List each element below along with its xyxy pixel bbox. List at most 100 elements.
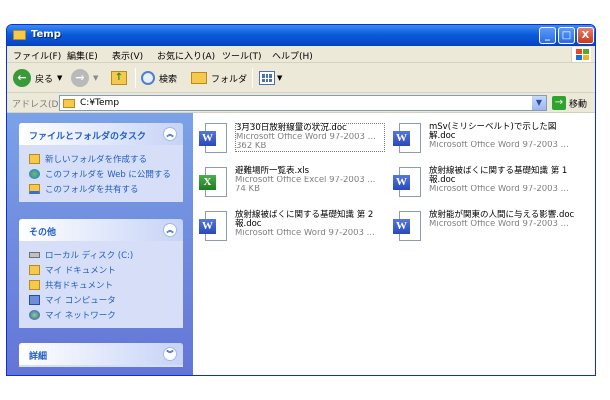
task-publish-web[interactable]: このフォルダを Web に公開する [29, 166, 183, 181]
place-my-documents[interactable]: マイ ドキュメント [29, 262, 183, 277]
file-details: mSv(ミリシーベルト)で示した図解.doc Microsoft Office … [429, 123, 579, 150]
shared-folder-icon [29, 279, 40, 290]
file-name: mSv(ミリシーベルト)で示した図解.doc [429, 122, 557, 141]
task-pane: ファイルとフォルダのタスク ︽ 新しいフォルダを作成する このフォルダを Web… [7, 113, 193, 375]
menu-file[interactable]: ファイル(F) [13, 49, 61, 62]
maximize-button[interactable]: □ [558, 27, 575, 44]
menu-favorites[interactable]: お気に入り(A) [157, 49, 215, 62]
file-item[interactable]: W 放射線被ばくに関する基礎知識 第 1 報.doc Microsoft Off… [393, 165, 581, 205]
search-button[interactable]: 検索 [141, 68, 177, 88]
file-size: 74 KB [235, 185, 260, 194]
window-title: Temp [31, 29, 61, 40]
menu-view[interactable]: 表示(V) [112, 49, 143, 62]
word-doc-icon: W [199, 211, 229, 245]
file-item[interactable]: W 3月30日放射線量の状況.doc Microsoft Office Word… [199, 121, 387, 161]
collapse-icon[interactable]: ︽ [163, 223, 177, 237]
word-doc-icon: W [393, 123, 423, 157]
chevron-down-icon: ▼ [57, 74, 63, 82]
expand-icon[interactable]: ︾ [163, 347, 177, 361]
excel-sheet-icon: X [199, 167, 229, 201]
file-details: 避難場所一覧表.xls Microsoft Office Excel 97-20… [235, 167, 385, 194]
file-name: 避難場所一覧表.xls [235, 166, 310, 176]
task-label: 新しいフォルダを作成する [45, 154, 148, 165]
word-doc-icon: W [199, 123, 229, 157]
file-details: 放射線被ばくに関する基礎知識 第 2 報.doc Microsoft Offic… [235, 211, 385, 238]
computer-icon [29, 294, 40, 305]
minimize-button[interactable]: _ [539, 27, 556, 44]
place-shared-documents[interactable]: 共有ドキュメント [29, 277, 183, 292]
file-type: Microsoft Office Word 97-2003 ... [429, 185, 569, 194]
file-name: 放射線被ばくに関する基礎知識 第 1 報.doc [429, 166, 568, 185]
file-type: Microsoft Office Word 97-2003 ... [236, 133, 376, 142]
file-item[interactable]: W mSv(ミリシーベルト)で示した図解.doc Microsoft Offic… [393, 121, 581, 161]
address-dropdown-icon[interactable]: ▼ [532, 96, 546, 110]
forward-button[interactable]: → ▼ [71, 68, 98, 88]
forward-arrow-icon: → [71, 69, 89, 87]
chevron-down-icon: ▼ [93, 74, 99, 82]
file-folder-tasks-panel: ファイルとフォルダのタスク ︽ 新しいフォルダを作成する このフォルダを Web… [19, 123, 183, 202]
menu-edit[interactable]: 編集(E) [67, 49, 98, 62]
menu-help[interactable]: ヘルプ(H) [272, 49, 313, 62]
menu-tools[interactable]: ツール(T) [222, 49, 262, 62]
task-share-folder[interactable]: このフォルダを共有する [29, 181, 183, 196]
share-icon [29, 183, 40, 194]
new-folder-icon [29, 153, 40, 164]
network-icon [29, 309, 40, 320]
back-arrow-icon: ← [13, 69, 31, 87]
close-button[interactable]: X [577, 27, 594, 44]
go-arrow-icon: → [552, 96, 566, 110]
place-label: マイ コンピュータ [45, 295, 116, 306]
file-name: 放射能が関東の人間に与える影響.doc [429, 210, 575, 220]
address-input[interactable]: C:¥Temp ▼ [59, 95, 547, 111]
panel-title: ファイルとフォルダのタスク [29, 132, 147, 142]
disk-icon [29, 251, 40, 258]
other-places-header[interactable]: その他 ︽ [19, 219, 183, 241]
chevron-down-icon: ▼ [277, 74, 283, 82]
place-my-network[interactable]: マイ ネットワーク [29, 307, 183, 322]
title-bar[interactable]: Temp _ □ X [7, 25, 595, 46]
up-folder-button[interactable]: ↑ [111, 68, 127, 88]
task-new-folder[interactable]: 新しいフォルダを作成する [29, 151, 183, 166]
place-my-computer[interactable]: マイ コンピュータ [29, 292, 183, 307]
folders-icon [191, 72, 207, 84]
file-folder-tasks-header[interactable]: ファイルとフォルダのタスク ︽ [19, 123, 183, 145]
menu-bar: ファイル(F) 編集(E) 表示(V) お気に入り(A) ツール(T) ヘルプ(… [7, 46, 595, 63]
go-button[interactable]: → 移動 [552, 96, 587, 110]
windows-logo-icon [571, 47, 591, 62]
task-label: このフォルダを共有する [45, 184, 139, 195]
folders-label: フォルダ [211, 74, 248, 85]
file-item[interactable]: X 避難場所一覧表.xls Microsoft Office Excel 97-… [199, 165, 387, 205]
search-label: 検索 [159, 74, 178, 85]
task-label: このフォルダを Web に公開する [45, 169, 171, 180]
back-label: 戻る [35, 74, 54, 85]
file-item[interactable]: W 放射線被ばくに関する基礎知識 第 2 報.doc Microsoft Off… [199, 209, 387, 249]
views-button[interactable]: ▼ [259, 68, 282, 88]
back-button[interactable]: ← 戻る ▼ [13, 68, 62, 88]
collapse-icon[interactable]: ︽ [163, 127, 177, 141]
up-folder-icon: ↑ [111, 71, 127, 85]
place-label: ローカル ディスク (C:) [45, 250, 134, 261]
panel-title: 詳細 [29, 352, 48, 362]
place-label: 共有ドキュメント [45, 280, 114, 291]
folder-icon [13, 30, 26, 40]
search-icon [141, 71, 155, 85]
explorer-window: Temp _ □ X ファイル(F) 編集(E) 表示(V) お気に入り(A) … [6, 24, 596, 376]
file-size: 362 KB [236, 142, 267, 151]
file-details: 放射線被ばくに関する基礎知識 第 1 報.doc Microsoft Offic… [429, 167, 579, 194]
toolbar-separator [252, 68, 253, 88]
details-header[interactable]: 詳細 ︾ [19, 343, 183, 365]
address-bar: アドレス(D) C:¥Temp ▼ → 移動 [7, 93, 595, 113]
file-type: Microsoft Office Word 97-2003 ... [429, 141, 569, 150]
word-doc-icon: W [393, 211, 423, 245]
place-label: マイ ドキュメント [45, 265, 116, 276]
file-type: Microsoft Office Excel 97-2003 ... [235, 176, 376, 185]
place-local-disk[interactable]: ローカル ディスク (C:) [29, 247, 183, 262]
folders-button[interactable]: フォルダ [191, 68, 247, 88]
file-name: 3月30日放射線量の状況.doc [236, 123, 347, 133]
file-details: 3月30日放射線量の状況.doc Microsoft Office Word 9… [235, 123, 385, 152]
file-item[interactable]: W 放射能が関東の人間に与える影響.doc Microsoft Office W… [393, 209, 581, 249]
toolbar: ← 戻る ▼ → ▼ ↑ 検索 フォルダ ▼ [7, 63, 595, 93]
file-name: 放射線被ばくに関する基礎知識 第 2 報.doc [235, 210, 374, 229]
panel-title: その他 [29, 228, 57, 238]
globe-icon [29, 168, 40, 179]
